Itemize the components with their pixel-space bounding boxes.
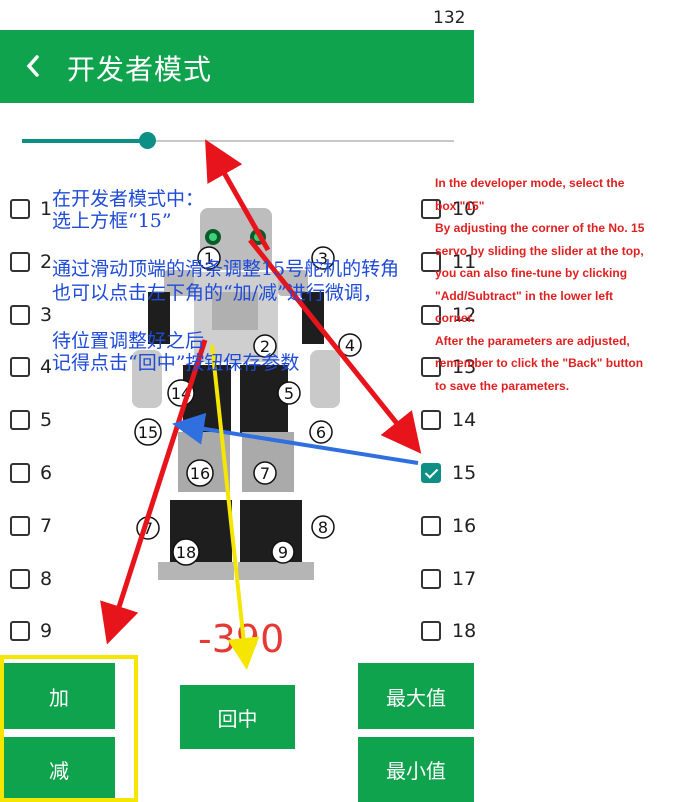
annotation-en-line: box "15" bbox=[435, 198, 485, 213]
annotation-en-line: In the developer mode, select the bbox=[435, 176, 625, 190]
annotation-cn-line: 选上方框“15” bbox=[52, 210, 172, 232]
annotation-arrows bbox=[100, 139, 422, 670]
annotation-cn-line: 待位置调整好之后 bbox=[52, 330, 205, 352]
annotation-en: In the developer mode, select the box "1… bbox=[435, 172, 675, 397]
annotation-en-line: By adjusting the corner of the No. 15 bbox=[435, 221, 645, 235]
annotation-cn-line: 在开发者模式中： bbox=[52, 188, 205, 210]
annotation-en-line: you can also fine-tune by clicking bbox=[435, 266, 628, 280]
annotation-en-line: After the parameters are adjusted, bbox=[435, 333, 630, 348]
arrow-to-slider bbox=[205, 139, 271, 252]
annotation-cn-line: 也可以点击左下角的“加/减”进行微调， bbox=[52, 282, 382, 304]
arrow-to-servo-15 bbox=[172, 412, 419, 465]
arrow-to-center bbox=[210, 344, 260, 670]
annotation-cn-line: 记得点击“回中”按钮保存参数 bbox=[52, 352, 300, 374]
annotation-en-line: to save the parameters. bbox=[435, 378, 570, 393]
annotation-en-line: corner. bbox=[435, 311, 476, 325]
annotation-en-line: "Add/Subtract" in the lower left bbox=[435, 288, 614, 303]
annotation-en-line: servo by sliding the slider at the top, bbox=[435, 243, 644, 258]
arrow-to-add-subtract bbox=[100, 339, 208, 645]
annotation-cn-line: 通过滑动顶端的滑条调整15号舵机的转角 bbox=[52, 258, 400, 280]
annotation-en-line: remember to click the "Back" button bbox=[435, 356, 644, 370]
